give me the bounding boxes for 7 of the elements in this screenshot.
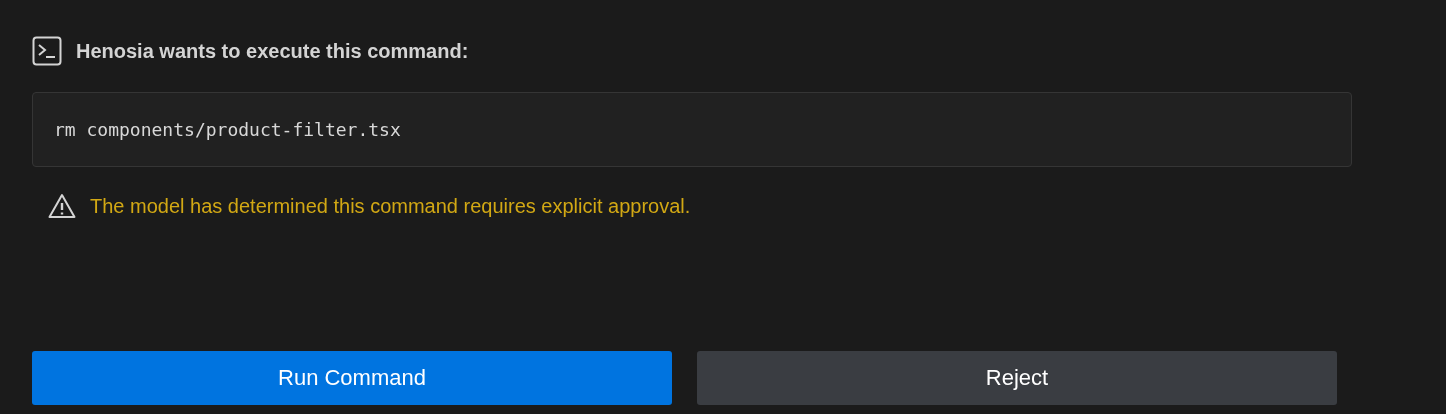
terminal-icon	[32, 36, 62, 66]
reject-button[interactable]: Reject	[697, 351, 1337, 405]
warning-text: The model has determined this command requires explicit approval.	[90, 194, 691, 218]
prompt-title: Henosia wants to execute this command:	[76, 39, 469, 63]
warning-icon	[48, 193, 76, 219]
run-command-button[interactable]: Run Command	[32, 351, 672, 405]
command-text: rm components/product-filter.tsx	[54, 119, 401, 140]
